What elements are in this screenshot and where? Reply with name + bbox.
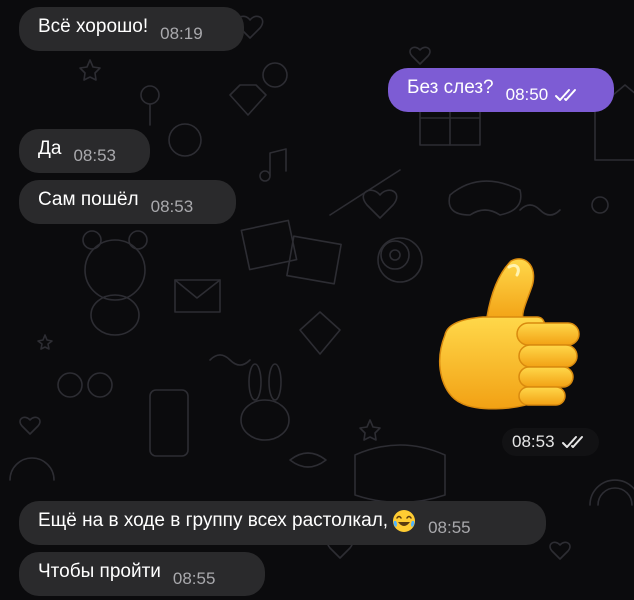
double-check-icon (555, 88, 577, 101)
message-text: Ещё на в ходе в группу всех растолкал, (38, 510, 389, 531)
sticker-time-badge: 08:53 (502, 428, 599, 456)
message-time: 08:19 (160, 23, 203, 43)
double-check-icon (561, 436, 583, 448)
message-time: 08:55 (428, 517, 471, 537)
message-bubble[interactable]: Чтобы пройти 08:55 (19, 552, 265, 596)
message-time: 08:53 (150, 196, 194, 216)
thumbs-up-sticker[interactable] (425, 255, 585, 425)
message-bubble-outgoing[interactable]: Без слез? 08:50 (388, 68, 614, 112)
message-text: Сам пошёл (38, 189, 139, 210)
message-time: 08:55 (172, 568, 216, 588)
tears-of-joy-emoji-icon (393, 510, 416, 532)
chat-area[interactable]: Всё хорошо! 08:19 Без слез? 08:50 Да 08:… (0, 0, 634, 600)
message-text: Чтобы пройти (38, 561, 161, 582)
message-time: 08:53 (73, 145, 116, 165)
message-time: 08:50 (505, 84, 549, 104)
message-time: 08:53 (512, 432, 555, 451)
message-bubble[interactable]: Всё хорошо! 08:19 (19, 7, 244, 51)
message-text: Без слез? (407, 77, 494, 98)
message-text: Да (38, 138, 62, 159)
message-text: Всё хорошо! (38, 16, 149, 37)
message-bubble[interactable]: Ещё на в ходе в группу всех растолкал, 0… (19, 501, 546, 545)
message-bubble[interactable]: Да 08:53 (19, 129, 150, 173)
message-bubble[interactable]: Сам пошёл 08:53 (19, 180, 236, 224)
